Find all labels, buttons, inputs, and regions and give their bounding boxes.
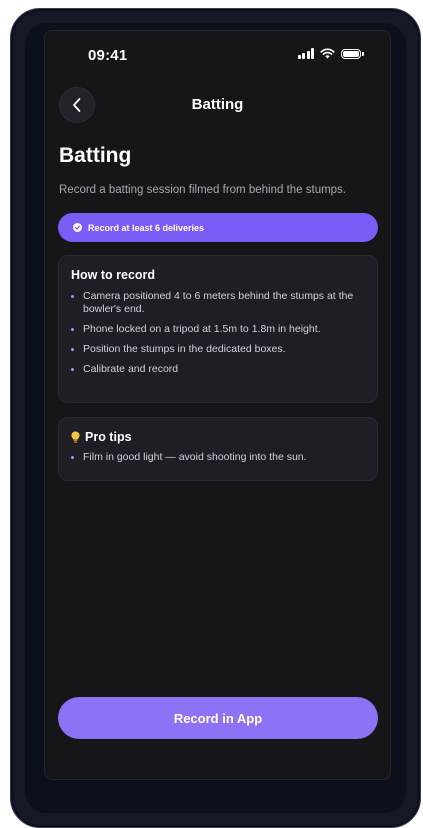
navigation-bar: Batting bbox=[45, 83, 390, 127]
status-time: 09:41 bbox=[88, 47, 128, 64]
status-icons bbox=[297, 48, 364, 59]
signal-icon bbox=[297, 48, 314, 59]
list-item-text: Film in good light — avoid shooting into… bbox=[83, 451, 307, 463]
record-in-app-button[interactable]: Record in App bbox=[58, 697, 378, 739]
nav-title: Batting bbox=[191, 96, 244, 113]
list-item: Position the stumps in the dedicated box… bbox=[71, 343, 365, 356]
lightbulb-icon bbox=[71, 431, 80, 443]
list-item-text: Phone locked on a tripod at 1.5m to 1.8m… bbox=[83, 323, 321, 335]
requirement-badge: Record at least 6 deliveries bbox=[58, 213, 378, 242]
list-item-text: Position the stumps in the dedicated box… bbox=[83, 343, 286, 355]
pro-tips-title: Pro tips bbox=[85, 430, 132, 444]
list-item: Film in good light — avoid shooting into… bbox=[71, 451, 365, 464]
how-to-record-card: How to record Camera positioned 4 to 6 m… bbox=[58, 255, 378, 403]
list-item: Camera positioned 4 to 6 meters behind t… bbox=[71, 290, 365, 316]
page-subtitle: Record a batting session filmed from beh… bbox=[59, 184, 347, 196]
pro-tips-header: Pro tips bbox=[71, 430, 365, 444]
badge-text: Record at least 6 deliveries bbox=[88, 222, 205, 233]
check-circle-icon bbox=[73, 223, 82, 232]
wifi-icon bbox=[320, 48, 335, 59]
how-to-record-title: How to record bbox=[71, 268, 156, 282]
app-screen: 09:41 Batting Batting Record a batting s… bbox=[44, 30, 391, 780]
list-item-text: Camera positioned 4 to 6 meters behind t… bbox=[83, 290, 354, 315]
bullet-icon bbox=[71, 295, 74, 298]
how-to-record-list: Camera positioned 4 to 6 meters behind t… bbox=[71, 290, 365, 376]
list-item-text: Calibrate and record bbox=[83, 363, 179, 375]
page-title: Batting bbox=[59, 144, 132, 167]
bullet-icon bbox=[71, 456, 74, 459]
list-item: Phone locked on a tripod at 1.5m to 1.8m… bbox=[71, 323, 365, 336]
list-item: Calibrate and record bbox=[71, 363, 365, 376]
status-bar: 09:41 bbox=[45, 31, 390, 75]
bullet-icon bbox=[71, 348, 74, 351]
pro-tips-card: Pro tips Film in good light — avoid shoo… bbox=[58, 417, 378, 481]
battery-icon bbox=[341, 48, 364, 59]
pro-tips-list: Film in good light — avoid shooting into… bbox=[71, 451, 365, 464]
bullet-icon bbox=[71, 368, 74, 371]
bullet-icon bbox=[71, 328, 74, 331]
